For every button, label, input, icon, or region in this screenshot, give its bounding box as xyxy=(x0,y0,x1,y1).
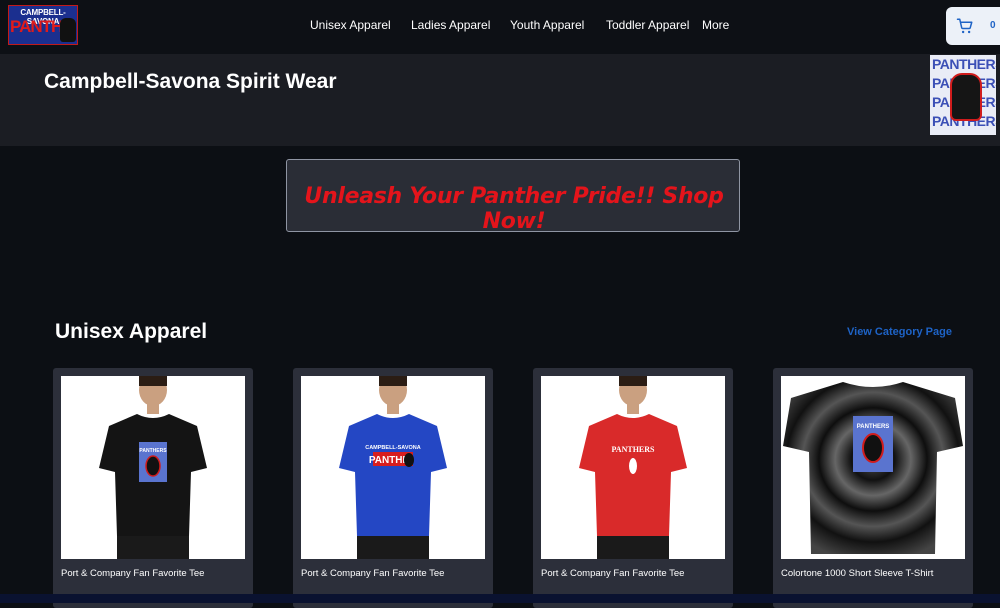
product-name: Port & Company Fan Favorite Tee xyxy=(541,568,685,579)
panther-icon xyxy=(950,73,982,121)
product-card[interactable]: PANTHERS Port & Company Fan Favorite Tee xyxy=(53,368,253,608)
product-name: Colortone 1000 Short Sleeve T-Shirt xyxy=(781,568,934,579)
shirt-print-text: PANTHERS xyxy=(612,445,656,454)
logo-word: PANTHERS xyxy=(932,56,996,72)
shirt-print-text: PANTHERS xyxy=(139,448,167,454)
cart-button[interactable]: 0 xyxy=(946,7,1000,45)
tshirt-icon: PANTHERS xyxy=(99,376,207,559)
svg-text:PANTHE: PANTHE xyxy=(369,455,410,466)
header-banner xyxy=(0,54,1000,146)
nav-item-toddler-apparel[interactable]: Toddler Apparel xyxy=(606,18,689,32)
top-navigation: CAMPBELL-SAVONA PANTHE Unisex Apparel La… xyxy=(0,0,1000,54)
product-name: Port & Company Fan Favorite Tee xyxy=(61,568,205,579)
tshirt-icon: CAMPBELL-SAVONA PANTHE xyxy=(339,376,447,559)
shirt-print-text: PANTHERS xyxy=(857,424,890,430)
site-logo[interactable]: CAMPBELL-SAVONA PANTHE xyxy=(8,5,78,45)
product-card[interactable]: PANTHERS Colortone 1000 Short Sleeve T-S… xyxy=(773,368,973,608)
nav-item-unisex-apparel[interactable]: Unisex Apparel xyxy=(310,18,391,32)
shirt-print-text: CAMPBELL-SAVONA xyxy=(365,445,421,451)
tshirt-icon: PANTHERS xyxy=(579,376,687,559)
product-card[interactable]: CAMPBELL-SAVONA PANTHE Port & Company Fa… xyxy=(293,368,493,608)
product-card[interactable]: PANTHERS Port & Company Fan Favorite Tee xyxy=(533,368,733,608)
shopping-cart-icon xyxy=(956,18,973,34)
tshirt-icon: PANTHERS xyxy=(783,382,963,554)
nav-item-youth-apparel[interactable]: Youth Apparel xyxy=(510,18,584,32)
product-image: PANTHERS xyxy=(61,376,245,559)
product-image: CAMPBELL-SAVONA PANTHE xyxy=(301,376,485,559)
nav-item-more[interactable]: More xyxy=(702,18,729,32)
product-image: PANTHERS xyxy=(781,376,965,559)
view-category-link[interactable]: View Category Page xyxy=(847,326,952,338)
panther-icon xyxy=(60,18,76,42)
product-name: Port & Company Fan Favorite Tee xyxy=(301,568,445,579)
nav-item-ladies-apparel[interactable]: Ladies Apparel xyxy=(411,18,490,32)
promo-text: Unleash Your Panther Pride!! Shop Now! xyxy=(304,184,724,234)
footer-decoration xyxy=(0,594,1000,603)
product-image: PANTHERS xyxy=(541,376,725,559)
panthers-header-logo: PANTHERS PANTHERS PANTHERS PANTHERS xyxy=(930,55,996,135)
cart-count-badge: 0 xyxy=(990,20,996,31)
promo-banner[interactable]: Unleash Your Panther Pride!! Shop Now! xyxy=(286,159,740,234)
page-title: Campbell-Savona Spirit Wear xyxy=(44,70,337,93)
section-title: Unisex Apparel xyxy=(55,320,208,343)
